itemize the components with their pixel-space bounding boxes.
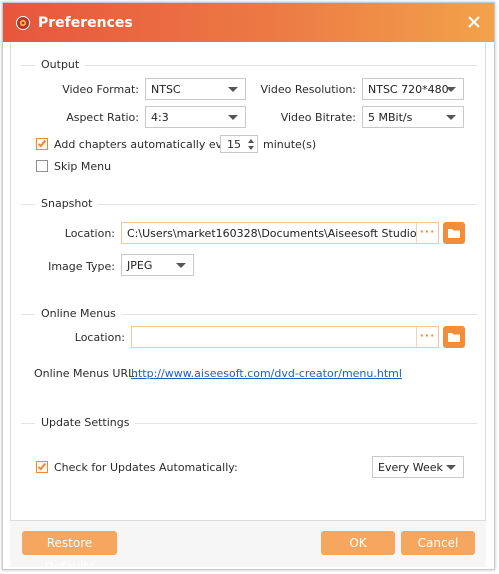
stepper-down-icon[interactable] <box>248 146 254 150</box>
folder-icon <box>448 333 460 342</box>
online-menus-section-title: Online Menus <box>35 307 122 320</box>
chapters-minutes-value: 15 <box>227 138 241 151</box>
cancel-button[interactable]: Cancel <box>401 531 475 555</box>
browse-dots-button[interactable]: ··· <box>416 223 438 243</box>
close-icon[interactable] <box>465 13 483 31</box>
snapshot-location-value: C:\Users\market160328\Documents\Aiseesof… <box>127 227 439 240</box>
online-menus-url-link[interactable]: http://www.aiseesoft.com/dvd-creator/men… <box>131 367 402 380</box>
online-menus-location-input[interactable]: ··· <box>131 326 439 348</box>
check-updates-label: Check for Updates Automatically: <box>54 461 238 474</box>
aspect-ratio-value: 4:3 <box>151 111 169 124</box>
preferences-content: Output Video Format: NTSC Video Resoluti… <box>10 42 486 521</box>
update-frequency-select[interactable]: Every Week <box>372 456 464 478</box>
browse-dots-button[interactable]: ··· <box>416 327 438 347</box>
online-menus-location-label: Location: <box>74 331 125 344</box>
app-logo-icon <box>16 16 30 30</box>
dialog-footer: Restore Defaults OK Cancel <box>10 521 486 569</box>
output-section-title: Output <box>35 58 86 71</box>
video-format-select[interactable]: NTSC <box>145 78 246 100</box>
title-bar[interactable]: Preferences <box>3 3 494 42</box>
video-resolution-value: NTSC 720*480 <box>368 83 449 96</box>
restore-defaults-button[interactable]: Restore Defaults <box>22 531 117 569</box>
add-chapters-label: Add chapters automatically every <box>54 138 240 151</box>
preferences-dialog: Preferences Output Video Format: NTSC Vi… <box>2 2 495 570</box>
snapshot-section-title: Snapshot <box>35 197 99 210</box>
add-chapters-checkbox[interactable] <box>36 138 48 150</box>
dialog-title: Preferences <box>38 15 133 31</box>
video-bitrate-select[interactable]: 5 MBit/s <box>362 106 464 128</box>
chevron-down-icon <box>228 115 238 120</box>
video-format-value: NTSC <box>151 83 181 96</box>
image-type-label: Image Type: <box>48 260 115 273</box>
update-frequency-value: Every Week <box>378 461 443 474</box>
snapshot-folder-button[interactable] <box>443 222 465 244</box>
chevron-down-icon <box>446 465 456 470</box>
chevron-down-icon <box>228 87 238 92</box>
chevron-down-icon <box>176 263 186 268</box>
stepper-up-icon[interactable] <box>248 139 254 143</box>
checkmark-icon <box>37 461 47 471</box>
update-settings-section-title: Update Settings <box>35 416 136 429</box>
chevron-down-icon <box>446 87 456 92</box>
video-format-label: Video Format: <box>62 83 139 96</box>
minutes-unit-label: minute(s) <box>263 138 317 151</box>
skip-menu-label: Skip Menu <box>54 160 112 173</box>
snapshot-location-label: Location: <box>64 227 115 240</box>
folder-icon <box>448 229 460 238</box>
chevron-down-icon <box>446 115 456 120</box>
snapshot-location-input[interactable]: C:\Users\market160328\Documents\Aiseesof… <box>121 222 439 244</box>
video-resolution-label: Video Resolution: <box>260 83 357 96</box>
aspect-ratio-select[interactable]: 4:3 <box>145 106 246 128</box>
check-updates-checkbox[interactable] <box>36 461 48 473</box>
image-type-value: JPEG <box>127 259 153 272</box>
output-divider <box>21 65 477 66</box>
aspect-ratio-label: Aspect Ratio: <box>66 111 139 124</box>
skip-menu-checkbox[interactable] <box>36 160 48 172</box>
ok-button[interactable]: OK <box>321 531 395 555</box>
online-menus-folder-button[interactable] <box>443 326 465 348</box>
checkmark-icon <box>37 138 47 148</box>
video-resolution-select[interactable]: NTSC 720*480 <box>362 78 464 100</box>
video-bitrate-label: Video Bitrate: <box>280 111 356 124</box>
online-menus-url-label: Online Menus URL: <box>34 367 138 380</box>
image-type-select[interactable]: JPEG <box>121 254 194 276</box>
chapters-minutes-stepper[interactable]: 15 <box>220 135 258 153</box>
video-bitrate-value: 5 MBit/s <box>368 111 413 124</box>
